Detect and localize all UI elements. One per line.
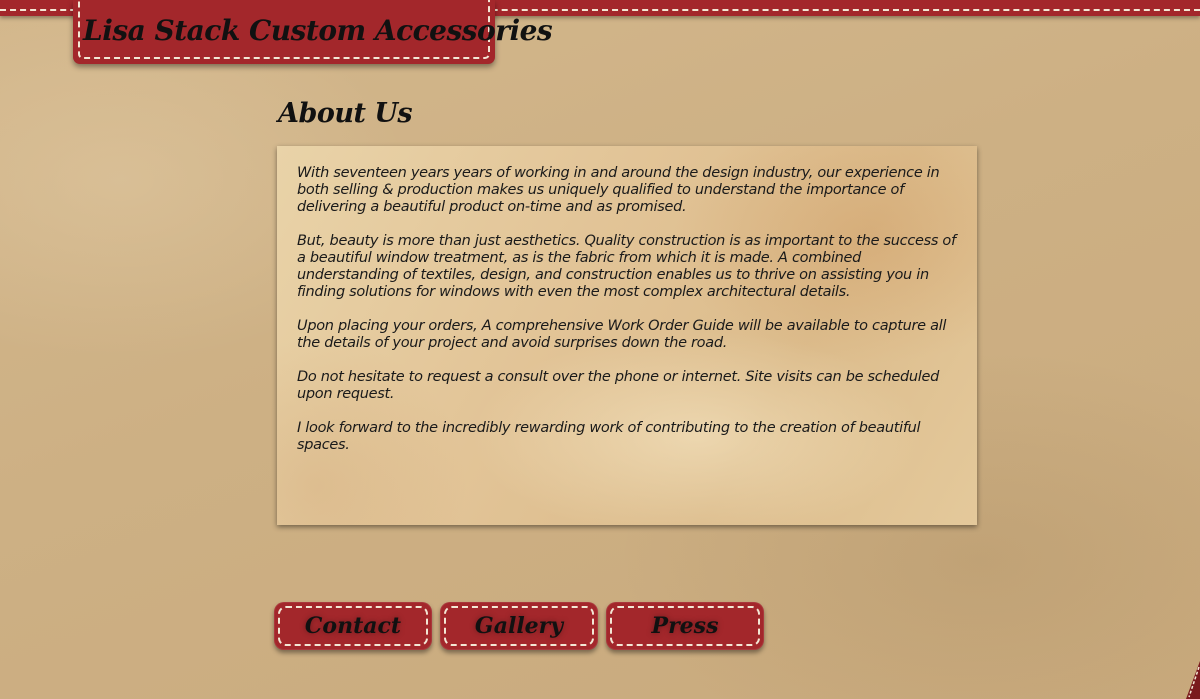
corner-ribbon-icon	[1186, 661, 1200, 699]
about-paragraph: I look forward to the incredibly rewardi…	[297, 420, 921, 453]
site-title[interactable]: Lisa Stack Custom Accessories	[83, 14, 553, 47]
gallery-button[interactable]: Gallery	[440, 602, 598, 650]
corner-decoration	[1186, 661, 1200, 699]
site-title-tab[interactable]: Lisa Stack Custom Accessories	[73, 0, 553, 64]
contact-button[interactable]: Contact	[274, 602, 432, 650]
gallery-button-label: Gallery	[474, 613, 564, 639]
press-button-label: Press	[651, 613, 719, 639]
press-button[interactable]: Press	[606, 602, 764, 650]
contact-button-label: Contact	[304, 613, 402, 639]
about-content-panel: With seventeen years years of working in…	[277, 146, 977, 525]
about-paragraph: Do not hesitate to request a consult ove…	[297, 369, 940, 402]
page-title: About Us	[278, 98, 413, 129]
about-paragraph: But, beauty is more than just aesthetics…	[297, 233, 956, 300]
about-paragraph: With seventeen years years of working in…	[297, 165, 940, 215]
about-paragraph: Upon placing your orders, A comprehensiv…	[297, 318, 947, 351]
